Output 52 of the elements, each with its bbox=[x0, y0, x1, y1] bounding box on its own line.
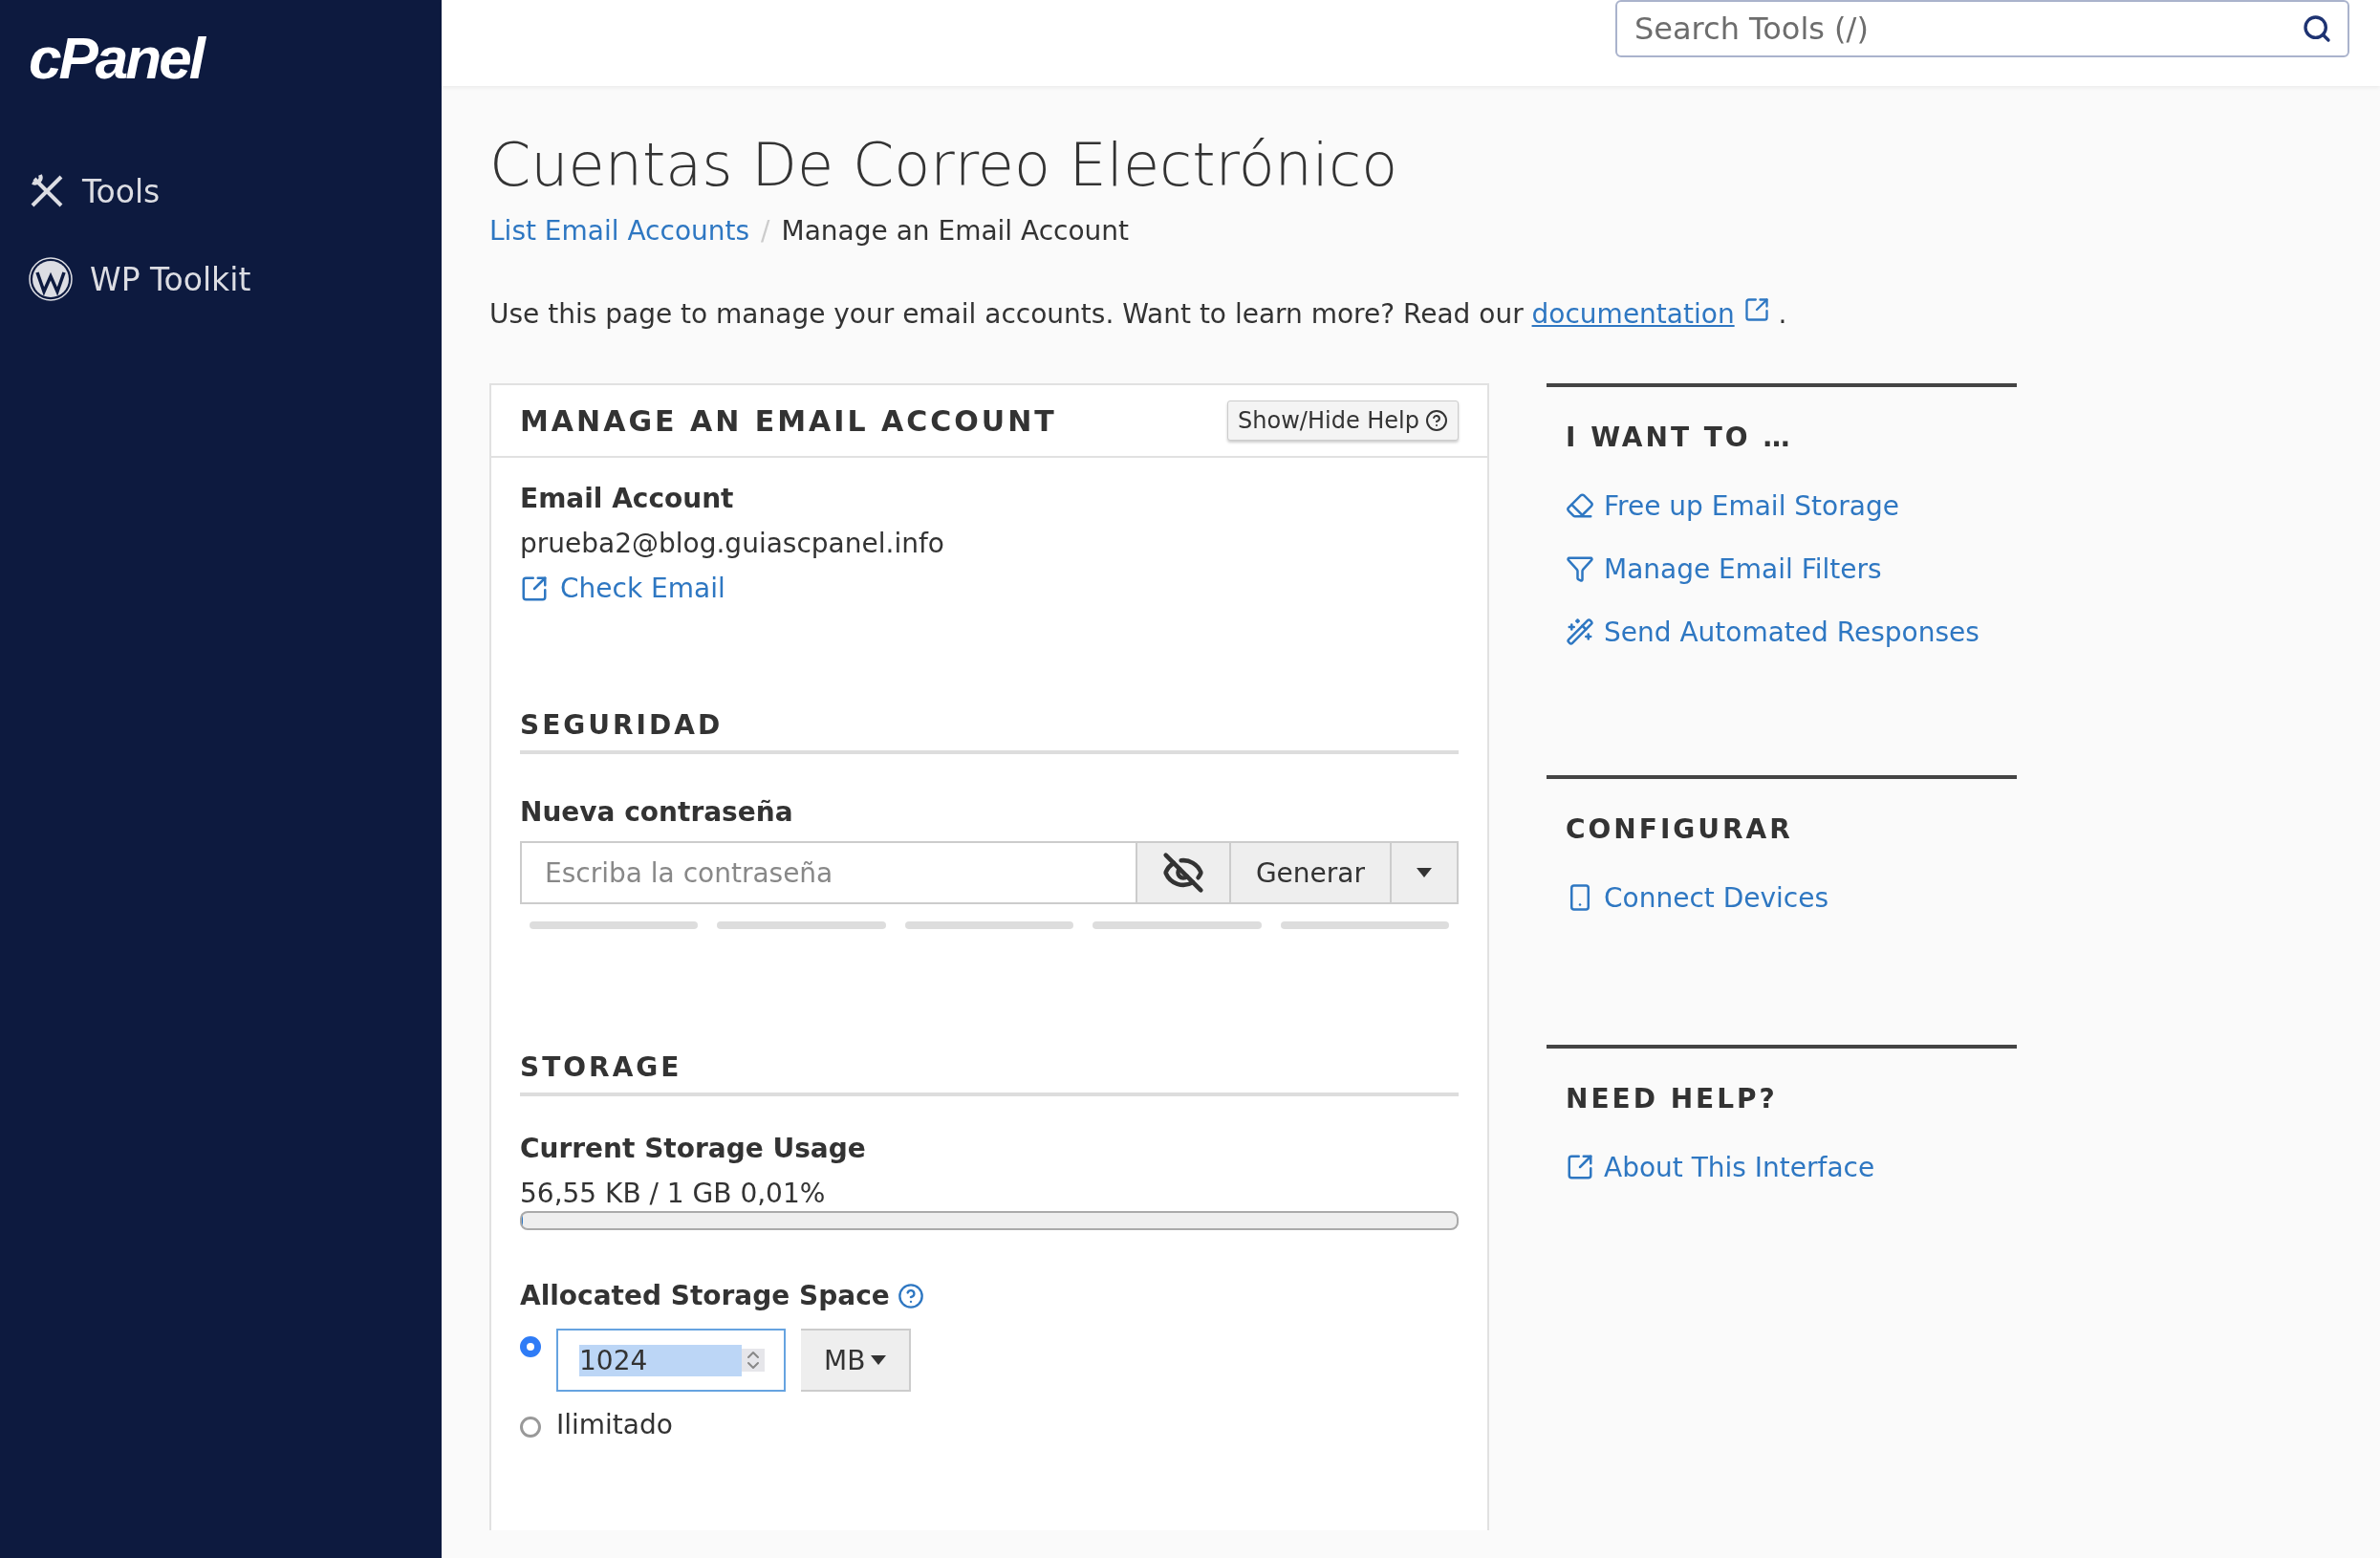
panel-heading: CONFIGURAR bbox=[1566, 813, 1794, 845]
breadcrumb-separator: / bbox=[761, 215, 770, 247]
field-label: Nueva contraseña bbox=[520, 796, 794, 828]
panel-heading: I WANT TO … bbox=[1566, 422, 1794, 453]
quota-number-field[interactable]: 1024 bbox=[556, 1329, 786, 1392]
section-heading: STORAGE bbox=[520, 1051, 1459, 1096]
help-icon bbox=[1425, 409, 1448, 432]
generate-button[interactable]: Generar bbox=[1230, 841, 1392, 904]
card-title: MANAGE AN EMAIL ACCOUNT bbox=[520, 403, 1057, 438]
action-link[interactable]: Manage Email Filters bbox=[1566, 537, 1998, 600]
storage-usage-text: 56,55 KB / 1 GB 0,01% bbox=[520, 1178, 827, 1209]
radio-label: Ilimitado bbox=[556, 1409, 673, 1440]
field-label: Current Storage Usage bbox=[520, 1133, 867, 1164]
password-field[interactable]: Escriba la contraseña bbox=[520, 841, 1137, 904]
external-link-icon bbox=[1566, 1153, 1594, 1181]
sidebar-item[interactable]: Tools bbox=[29, 147, 442, 235]
radio-button[interactable] bbox=[520, 1336, 541, 1357]
documentation-link[interactable]: documentation bbox=[1531, 298, 1735, 330]
page-title: Cuentas De Correo Electrónico bbox=[489, 130, 1399, 200]
toggle-visibility-button[interactable] bbox=[1136, 841, 1231, 904]
search-icon[interactable] bbox=[2302, 13, 2332, 44]
external-link-icon bbox=[520, 573, 549, 603]
action-link[interactable]: Free up Email Storage bbox=[1566, 474, 1998, 537]
cpanel-logo[interactable]: cPanel bbox=[29, 29, 442, 88]
field-label: Email Account bbox=[520, 483, 735, 514]
email-address: prueba2@blog.guiascpanel.info bbox=[520, 528, 945, 559]
search-bar[interactable]: Search Tools (/) bbox=[1615, 0, 2349, 57]
external-link-icon bbox=[1742, 296, 1770, 323]
eraser-icon bbox=[1566, 491, 1594, 520]
breadcrumb-link[interactable]: List Email Accounts bbox=[489, 215, 750, 247]
funnel-icon bbox=[1566, 554, 1594, 583]
help-icon[interactable] bbox=[897, 1282, 924, 1309]
section-heading: SEGURIDAD bbox=[520, 709, 1459, 754]
sidebar-item[interactable]: WP Toolkit bbox=[29, 235, 442, 323]
caret-icon bbox=[871, 1355, 887, 1365]
action-link[interactable]: About This Interface bbox=[1566, 1136, 1998, 1199]
check-email-link[interactable]: Check Email bbox=[520, 573, 1459, 604]
spinner-icon[interactable] bbox=[742, 1349, 765, 1372]
tools-icon bbox=[29, 173, 65, 209]
show-hide-help-button[interactable]: Show/Hide Help bbox=[1227, 400, 1459, 441]
allocated-storage-label: Allocated Storage Space bbox=[520, 1280, 890, 1311]
wordpress-icon bbox=[29, 257, 73, 301]
caret-icon bbox=[1417, 868, 1432, 877]
radio-button[interactable] bbox=[520, 1417, 541, 1438]
panel-heading: NEED HELP? bbox=[1566, 1083, 1779, 1114]
action-link[interactable]: Connect Devices bbox=[1566, 866, 1998, 929]
eye-off-icon bbox=[1161, 852, 1204, 894]
unit-dropdown[interactable]: MB bbox=[801, 1329, 912, 1392]
action-link[interactable]: Send Automated Responses bbox=[1566, 600, 1998, 663]
breadcrumb-current: Manage an Email Account bbox=[781, 215, 1130, 247]
magic-wand-icon bbox=[1566, 617, 1594, 646]
intro-text: Use this page to manage your email accounts. Want to learn more? Read our documentation . bbox=[489, 296, 1788, 330]
